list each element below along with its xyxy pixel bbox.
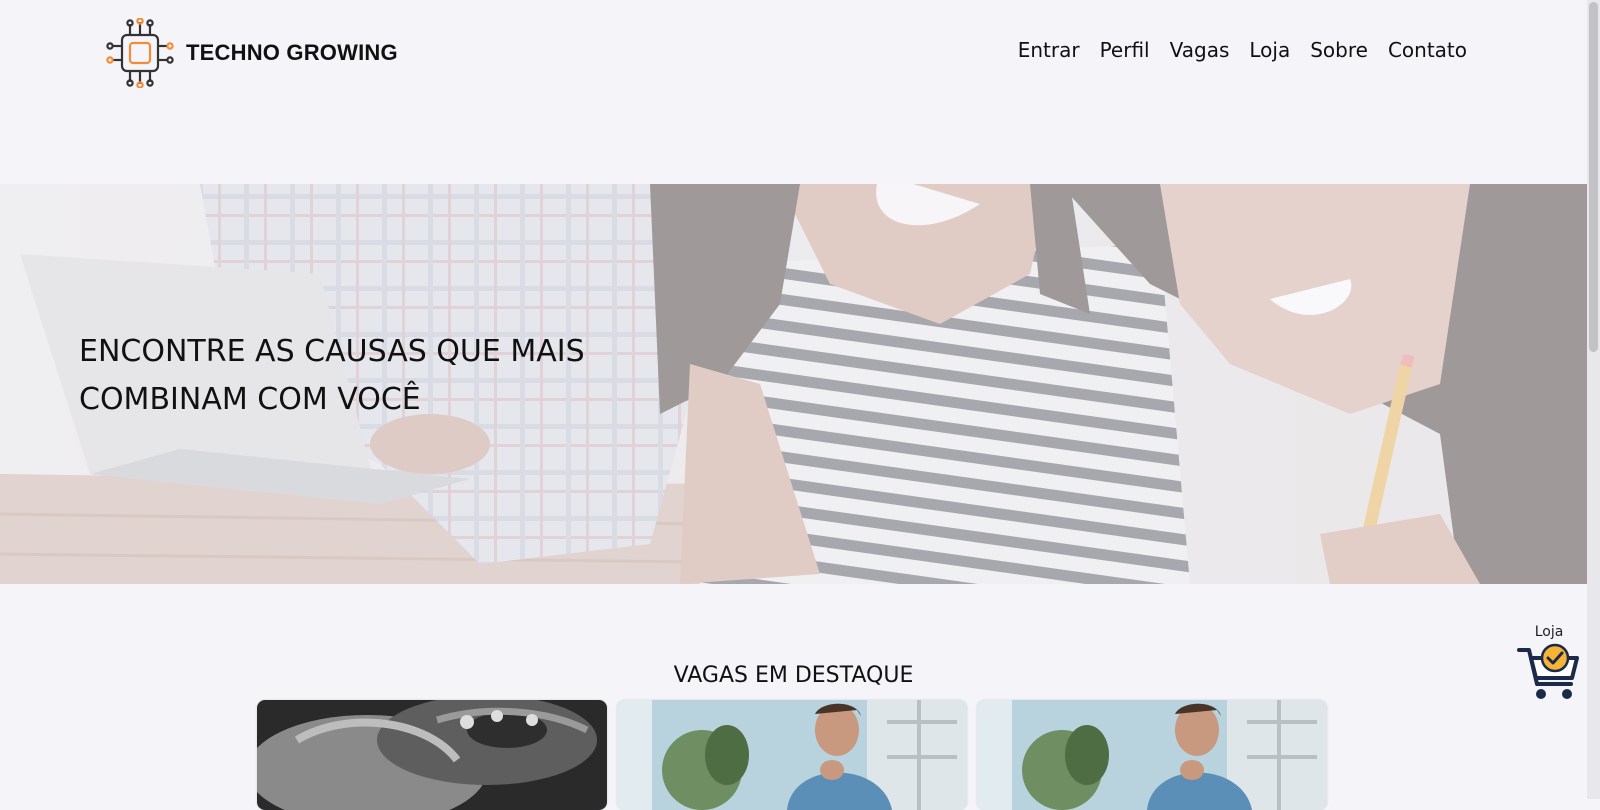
hero-banner: ENCONTRE AS CAUSAS QUE MAIS COMBINAM COM… <box>0 184 1587 584</box>
page-scrollbar[interactable] <box>1587 0 1600 799</box>
floating-shop-button[interactable]: Loja <box>1514 624 1584 706</box>
hero-title: ENCONTRE AS CAUSAS QUE MAIS COMBINAM COM… <box>79 334 585 417</box>
man-thinking-photo <box>617 700 967 810</box>
main-nav: Entrar Perfil Vagas Loja Sobre Contato <box>1018 38 1467 62</box>
featured-card[interactable] <box>257 700 607 810</box>
nav-perfil[interactable]: Perfil <box>1100 38 1150 62</box>
featured-card[interactable] <box>617 700 967 810</box>
brand-logo[interactable]: TECHNO GROWING <box>106 18 398 88</box>
featured-title: VAGAS EM DESTAQUE <box>673 663 914 688</box>
shop-widget-label: Loja <box>1534 624 1564 640</box>
nav-contato[interactable]: Contato <box>1388 38 1467 62</box>
man-thinking-photo <box>977 700 1327 810</box>
scrollbar-thumb[interactable] <box>1589 2 1598 352</box>
featured-card[interactable] <box>977 700 1327 810</box>
circuit-chip-icon <box>106 18 174 88</box>
nav-loja[interactable]: Loja <box>1249 38 1290 62</box>
brand-name: TECHNO GROWING <box>186 40 398 65</box>
nav-entrar[interactable]: Entrar <box>1018 38 1080 62</box>
shopping-cart-check-icon <box>1517 643 1579 699</box>
nav-sobre[interactable]: Sobre <box>1310 38 1368 62</box>
helping-hands-photo <box>257 700 607 810</box>
nav-vagas[interactable]: Vagas <box>1170 38 1230 62</box>
